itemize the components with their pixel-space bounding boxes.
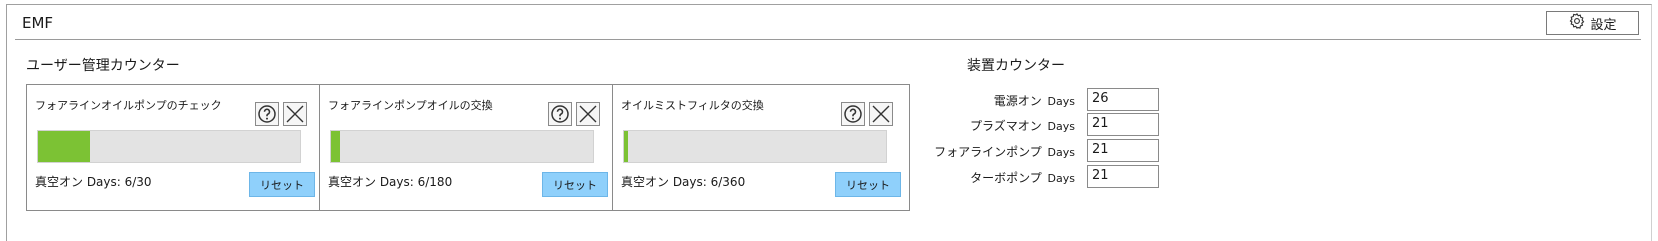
help-icon: [258, 105, 276, 123]
vacuum-days-text: 真空オン Days: 6/30: [35, 175, 152, 189]
progress-bar: [37, 130, 301, 163]
settings-label: 設定: [1590, 17, 1617, 33]
device-counter-label: フォアラインポンプ Days: [934, 145, 1075, 159]
progress-fill: [38, 131, 91, 162]
plasma-on-days-field[interactable]: 21: [1087, 113, 1159, 136]
foreline-pump-days-field[interactable]: 21: [1087, 139, 1159, 162]
vacuum-days-text: 真空オン Days: 6/360: [621, 175, 746, 189]
gear-icon: [1568, 12, 1586, 34]
help-button[interactable]: [548, 102, 572, 126]
reset-button[interactable]: リセット: [542, 172, 608, 197]
progress-bar: [330, 130, 594, 163]
device-counter-label: ターボポンプ Days: [970, 171, 1075, 185]
device-counter-row: ターボポンプ Days 21: [967, 165, 1167, 188]
vacuum-days-text: 真空オン Days: 6/180: [328, 175, 453, 189]
counter-card: フォアラインオイルポンプのチェック 真空オン Days: 6/30 リセット: [26, 84, 324, 211]
close-icon: [872, 105, 890, 123]
panel-title: EMF: [22, 14, 54, 32]
progress-fill: [624, 131, 629, 162]
device-counter-label: プラズマオン Days: [969, 119, 1075, 133]
close-icon: [579, 105, 597, 123]
reset-button[interactable]: リセット: [249, 172, 315, 197]
header-divider: [15, 39, 1641, 40]
help-icon: [551, 105, 569, 123]
user-counters-title: ユーザー管理カウンター: [26, 58, 180, 74]
counter-card: フォアラインポンプオイルの交換 真空オン Days: 6/180 リセット: [319, 84, 617, 211]
device-counter-row: フォアラインポンプ Days 21: [934, 139, 1167, 162]
card-title: フォアラインオイルポンプのチェック: [35, 99, 222, 112]
help-icon: [844, 105, 862, 123]
card-title: フォアラインポンプオイルの交換: [328, 99, 493, 112]
counter-card: オイルミストフィルタの交換 真空オン Days: 6/360 リセット: [612, 84, 910, 211]
clear-button[interactable]: [283, 102, 307, 126]
device-counters-title: 装置カウンター: [967, 58, 1065, 74]
progress-fill: [331, 131, 340, 162]
help-button[interactable]: [255, 102, 279, 126]
help-button[interactable]: [841, 102, 865, 126]
reset-button[interactable]: リセット: [835, 172, 901, 197]
device-counter-row: プラズマオン Days 21: [967, 113, 1167, 136]
progress-bar: [623, 130, 887, 163]
clear-button[interactable]: [869, 102, 893, 126]
close-icon: [286, 105, 304, 123]
clear-button[interactable]: [576, 102, 600, 126]
device-counter-row: 電源オン Days 26: [967, 88, 1167, 111]
power-on-days-field[interactable]: 26: [1087, 88, 1159, 111]
settings-button[interactable]: 設定: [1546, 11, 1639, 35]
device-counter-label: 電源オン Days: [993, 94, 1075, 108]
turbo-pump-days-field[interactable]: 21: [1087, 165, 1159, 188]
emf-panel: EMF 設定 ユーザー管理カウンター 装置カウンター フォアラインオイルポンプの…: [6, 4, 1652, 241]
card-title: オイルミストフィルタの交換: [621, 99, 764, 112]
